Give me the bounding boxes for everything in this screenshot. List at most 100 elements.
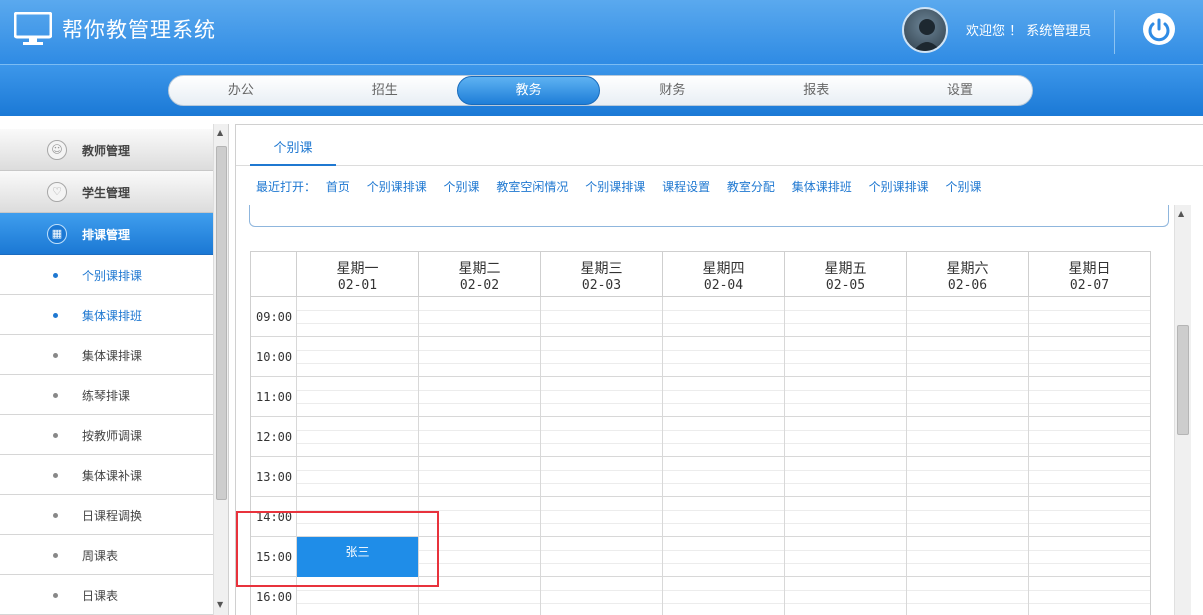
monitor-logo-icon: [14, 12, 52, 45]
column-divider: [662, 297, 663, 615]
main-panel: 个别课 最近打开： 首页 个别课排课 个别课 教室空闲情况 个别课排课 课程设置…: [235, 124, 1203, 615]
nav-tab-academic[interactable]: 教务: [456, 76, 601, 105]
sidebar-item-group-class-assignment[interactable]: 集体课排班: [0, 295, 213, 335]
sidebar-item-label: 按教师调课: [82, 429, 143, 443]
time-row[interactable]: 10:00: [251, 337, 1150, 377]
column-divider: [906, 297, 907, 615]
recent-link[interactable]: 个别课排课: [585, 180, 645, 194]
weekday-label: 星期三: [580, 261, 623, 277]
sidebar-group-label: 学生管理: [82, 186, 131, 200]
bullet-icon: [53, 353, 58, 358]
time-label: 09:00: [256, 310, 293, 324]
power-icon[interactable]: [1143, 13, 1175, 45]
recent-link[interactable]: 个别课: [444, 180, 480, 194]
column-divider: [540, 297, 541, 615]
sidebar-item-weekly-timetable[interactable]: 周课表: [0, 535, 213, 575]
recent-link[interactable]: 个别课排课: [869, 180, 929, 194]
weekday-label: 星期六: [946, 261, 989, 277]
recent-link[interactable]: 首页: [326, 180, 350, 194]
recent-label: 最近打开：: [256, 180, 317, 194]
sidebar-item-label: 周课表: [82, 549, 119, 563]
app-title: 帮你教管理系统: [62, 18, 216, 42]
sidebar: ☺ 教师管理 ♡ 学生管理 ▦ 排课管理 个别课排课 集体课排班 集体课排课 练…: [0, 124, 229, 615]
date-label: 02-02: [459, 278, 500, 293]
nav-tab-reports[interactable]: 报表: [744, 76, 888, 105]
sidebar-group-scheduling[interactable]: ▦ 排课管理: [0, 213, 213, 255]
time-row[interactable]: 11:00: [251, 377, 1150, 417]
date-label: 02-01: [337, 278, 378, 293]
bullet-icon: [53, 553, 58, 558]
calendar-header: 星期一 02-01 星期二 02-02 星期三 02-03 星期四 02-04 星期五 0…: [251, 252, 1150, 297]
bullet-icon: [53, 593, 58, 598]
time-label: 13:00: [256, 470, 293, 484]
sidebar-item-label: 日课程调换: [82, 509, 143, 523]
header-divider: [1114, 10, 1115, 54]
sidebar-item-group-scheduling[interactable]: 集体课排课: [0, 335, 213, 375]
sidebar-item-group-makeup[interactable]: 集体课补课: [0, 455, 213, 495]
sidebar-scroll-thumb[interactable]: [216, 146, 227, 500]
scroll-up-icon[interactable]: ▲: [217, 128, 223, 137]
time-label: 12:00: [256, 430, 293, 444]
day-header: 星期日 02-07: [1028, 252, 1150, 297]
nav-tab-settings[interactable]: 设置: [888, 76, 1032, 105]
recent-link[interactable]: 个别课: [945, 180, 981, 194]
recent-link[interactable]: 个别课排课: [367, 180, 427, 194]
sidebar-item-label: 集体课排班: [82, 309, 143, 323]
sidebar-group-students[interactable]: ♡ 学生管理: [0, 171, 213, 213]
nav-tab-office[interactable]: 办公: [169, 76, 313, 105]
scroll-down-icon[interactable]: ▼: [217, 600, 223, 609]
main-scroll-thumb[interactable]: [1177, 325, 1189, 435]
column-divider: [1028, 297, 1029, 615]
time-row[interactable]: 09:00: [251, 297, 1150, 337]
content-tabbar: 个别课: [236, 125, 1203, 166]
time-row[interactable]: 12:00: [251, 417, 1150, 457]
weekday-label: 星期五: [824, 261, 867, 277]
day-header: 星期五 02-05: [784, 252, 906, 297]
calendar-icon: ▦: [47, 224, 67, 244]
date-label: 02-07: [1069, 278, 1110, 293]
bullet-icon: [53, 513, 58, 518]
bullet-icon: [53, 473, 58, 478]
sidebar-item-teacher-reschedule[interactable]: 按教师调课: [0, 415, 213, 455]
sidebar-item-label: 个别课排课: [82, 269, 143, 283]
bullet-icon: [53, 433, 58, 438]
sidebar-item-practice-scheduling[interactable]: 练琴排课: [0, 375, 213, 415]
sidebar-scrollbar[interactable]: ▲ ▼: [213, 124, 228, 615]
filter-panel: [249, 205, 1169, 227]
recent-link[interactable]: 集体课排班: [792, 180, 852, 194]
weekday-label: 星期日: [1068, 261, 1111, 277]
tab-individual-class[interactable]: 个别课: [250, 137, 336, 166]
sidebar-item-individual-scheduling[interactable]: 个别课排课: [0, 255, 213, 295]
date-label: 02-03: [581, 278, 622, 293]
day-header: 星期一 02-01: [296, 252, 418, 297]
recent-link[interactable]: 教室空闲情况: [496, 180, 568, 194]
recent-link[interactable]: 课程设置: [662, 180, 710, 194]
weekday-label: 星期二: [458, 261, 501, 277]
time-row[interactable]: 13:00: [251, 457, 1150, 497]
nav-tab-finance[interactable]: 财务: [600, 76, 744, 105]
date-label: 02-04: [703, 278, 744, 293]
highlight-box: [236, 511, 439, 587]
sidebar-group-label: 教师管理: [82, 144, 131, 158]
recent-link[interactable]: 教室分配: [727, 180, 775, 194]
nav-tab-enrollment[interactable]: 招生: [313, 76, 457, 105]
sidebar-item-label: 集体课排课: [82, 349, 143, 363]
day-header: 星期三 02-03: [540, 252, 662, 297]
time-label: 11:00: [256, 390, 293, 404]
welcome-text: 欢迎您 ！ 系统管理员: [966, 24, 1092, 39]
sidebar-item-label: 日课表: [82, 589, 119, 603]
sidebar-item-daily-timetable[interactable]: 日课表: [0, 575, 213, 615]
date-label: 02-05: [825, 278, 866, 293]
scroll-up-icon[interactable]: ▲: [1178, 209, 1184, 218]
main-scrollbar[interactable]: ▲: [1174, 205, 1191, 615]
sidebar-group-label: 排课管理: [82, 228, 131, 242]
bullet-icon: [53, 313, 58, 318]
top-header: 帮你教管理系统 欢迎您 ！ 系统管理员: [0, 0, 1203, 64]
recent-links: 最近打开： 首页 个别课排课 个别课 教室空闲情况 个别课排课 课程设置 教室分…: [256, 178, 994, 195]
avatar[interactable]: [902, 7, 948, 53]
bullet-icon: [53, 393, 58, 398]
user-circle-icon: ☺: [47, 140, 67, 160]
sidebar-item-daily-swap[interactable]: 日课程调换: [0, 495, 213, 535]
sidebar-group-teachers[interactable]: ☺ 教师管理: [0, 129, 213, 171]
time-label: 16:00: [256, 590, 293, 604]
